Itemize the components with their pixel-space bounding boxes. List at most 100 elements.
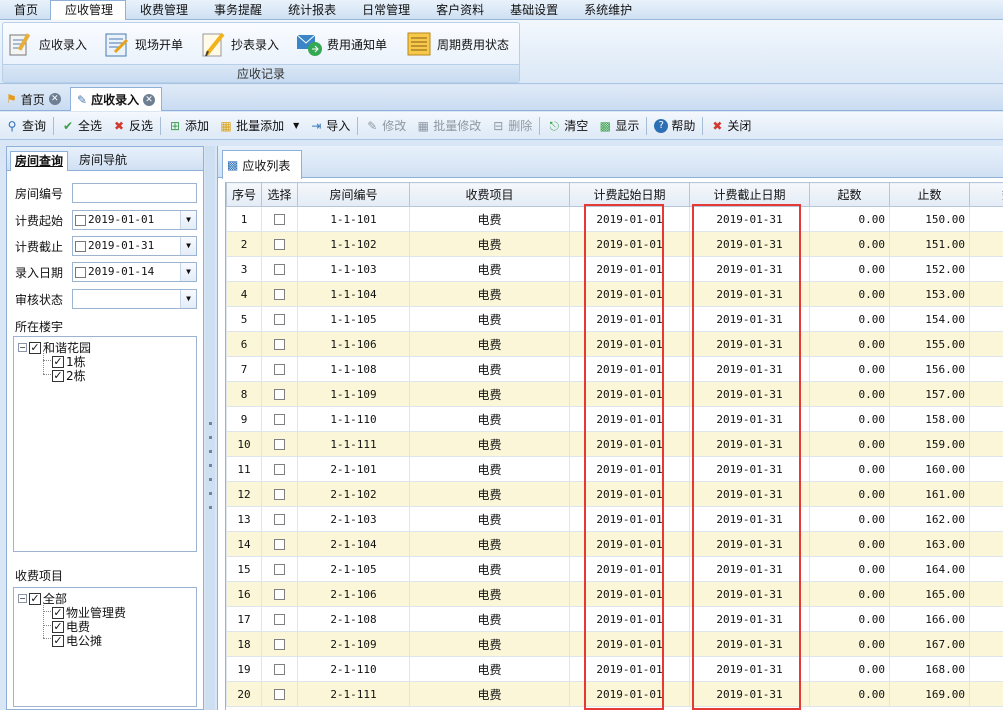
tree-node-shared-electricity[interactable]: ✓ 电公摊 — [52, 632, 102, 649]
table-row[interactable]: 1 1-1-101 电费 2019-01-01 2019-01-31 0.00 150.00 — [226, 206, 1003, 232]
chevron-down-icon[interactable]: ▼ — [180, 237, 196, 255]
row-checkbox[interactable] — [274, 214, 285, 225]
tab-room-query[interactable]: 房间查询 — [10, 151, 69, 171]
row-checkbox[interactable] — [274, 489, 285, 500]
table-row[interactable]: 15 2-1-105 电费 2019-01-01 2019-01-31 0.00 164.0… — [226, 556, 1003, 582]
collapse-icon[interactable]: − — [18, 594, 27, 603]
room-no-input[interactable] — [72, 183, 197, 203]
checkbox-checked[interactable]: ✓ — [29, 592, 41, 605]
doc-tab-home[interactable]: ⚑ 首页 ✕ — [0, 87, 67, 111]
menu-basic-settings[interactable]: 基础设置 — [496, 0, 570, 20]
date-checkbox[interactable] — [75, 240, 86, 252]
tree-node-building-2[interactable]: ✓ 2栋 — [52, 367, 86, 384]
edit-button[interactable]: ✎ 修改 — [360, 115, 411, 137]
date-checkbox[interactable] — [75, 214, 86, 226]
table-row[interactable]: 3 1-1-103 电费 2019-01-01 2019-01-31 0.00 152.00 — [226, 256, 1003, 282]
row-checkbox[interactable] — [274, 264, 285, 275]
row-checkbox[interactable] — [274, 464, 285, 475]
row-checkbox[interactable] — [274, 514, 285, 525]
billing-start-date-picker[interactable]: 2019-01-01 ▼ — [72, 210, 197, 230]
table-row[interactable]: 8 1-1-109 电费 2019-01-01 2019-01-31 0.00 157.00 — [226, 381, 1003, 407]
checkbox-checked[interactable]: ✓ — [52, 606, 64, 619]
entry-date-picker[interactable]: 2019-01-14 ▼ — [72, 262, 197, 282]
collapse-icon[interactable]: − — [18, 343, 27, 352]
table-row[interactable]: 14 2-1-104 电费 2019-01-01 2019-01-31 0.00 163.0… — [226, 531, 1003, 557]
date-checkbox[interactable] — [75, 266, 86, 278]
menu-system[interactable]: 系统维护 — [570, 0, 644, 20]
audit-status-select[interactable]: ▼ — [72, 289, 197, 309]
row-checkbox[interactable] — [274, 564, 285, 575]
column-header[interactable]: 计费起始日期 — [569, 182, 690, 207]
table-row[interactable]: 11 2-1-101 电费 2019-01-01 2019-01-31 0.00 160.0… — [226, 456, 1003, 482]
menu-reports[interactable]: 统计报表 — [274, 0, 348, 20]
row-checkbox[interactable] — [274, 414, 285, 425]
batch-add-button[interactable]: ▦ 批量添加 ▼ — [214, 115, 304, 137]
clear-button[interactable]: ⎋ 清空 — [542, 115, 593, 137]
table-row[interactable]: 6 1-1-106 电费 2019-01-01 2019-01-31 0.00 155.00 — [226, 331, 1003, 357]
show-button[interactable]: ▩ 显示 — [593, 115, 644, 137]
fee-notice-button[interactable]: 费用通知单 — [295, 29, 387, 59]
row-checkbox[interactable] — [274, 589, 285, 600]
column-header[interactable]: 房间编号 — [297, 182, 410, 207]
periodic-fee-status-button[interactable]: 周期费用状态 — [405, 29, 509, 59]
import-button[interactable]: ⇥ 导入 — [304, 115, 355, 137]
checkbox-checked[interactable]: ✓ — [52, 369, 64, 382]
checkbox-checked[interactable]: ✓ — [52, 620, 64, 633]
row-checkbox[interactable] — [274, 389, 285, 400]
row-checkbox[interactable] — [274, 539, 285, 550]
billing-end-date-picker[interactable]: 2019-01-31 ▼ — [72, 236, 197, 256]
column-header[interactable]: 止数 — [889, 182, 970, 207]
table-row[interactable]: 20 2-1-111 电费 2019-01-01 2019-01-31 0.00 169.0… — [226, 681, 1003, 707]
meter-reading-button[interactable]: 抄表录入 — [199, 29, 279, 59]
onsite-billing-button[interactable]: 现场开单 — [103, 29, 183, 59]
checkbox-checked[interactable]: ✓ — [52, 634, 64, 647]
column-header[interactable]: 计费截止日期 — [689, 182, 810, 207]
row-checkbox[interactable] — [274, 614, 285, 625]
column-header[interactable]: 收费项目 — [409, 182, 570, 207]
close-button[interactable]: ✖ 关闭 — [705, 115, 756, 137]
row-checkbox[interactable] — [274, 364, 285, 375]
row-checkbox[interactable] — [274, 314, 285, 325]
chevron-down-icon[interactable]: ▼ — [180, 263, 196, 281]
table-row[interactable]: 4 1-1-104 电费 2019-01-01 2019-01-31 0.00 153.00 — [226, 281, 1003, 307]
delete-button[interactable]: ⊟ 删除 — [486, 115, 537, 137]
row-checkbox[interactable] — [274, 339, 285, 350]
checkbox-checked[interactable]: ✓ — [29, 341, 41, 354]
table-row[interactable]: 16 2-1-106 电费 2019-01-01 2019-01-31 0.00 165.0… — [226, 581, 1003, 607]
checkbox-checked[interactable]: ✓ — [52, 355, 64, 368]
table-row[interactable]: 9 1-1-110 电费 2019-01-01 2019-01-31 0.00 158.00 — [226, 406, 1003, 432]
menu-home[interactable]: 首页 — [0, 0, 50, 20]
add-button[interactable]: ⊞ 添加 — [163, 115, 214, 137]
dropdown-arrow-icon[interactable]: ▼ — [293, 121, 299, 130]
column-header[interactable]: 选择 — [261, 182, 298, 207]
table-row[interactable]: 13 2-1-103 电费 2019-01-01 2019-01-31 0.00 162.0… — [226, 506, 1003, 532]
row-checkbox[interactable] — [274, 689, 285, 700]
column-header[interactable]: 数 — [969, 182, 1003, 207]
row-checkbox[interactable] — [274, 239, 285, 250]
table-row[interactable]: 5 1-1-105 电费 2019-01-01 2019-01-31 0.00 154.00 — [226, 306, 1003, 332]
table-row[interactable]: 12 2-1-102 电费 2019-01-01 2019-01-31 0.00 161.0… — [226, 481, 1003, 507]
chevron-down-icon[interactable]: ▼ — [180, 290, 196, 308]
select-all-button[interactable]: ✔ 全选 — [56, 115, 107, 137]
menu-customer[interactable]: 客户资料 — [422, 0, 496, 20]
invert-selection-button[interactable]: ✖ 反选 — [107, 115, 158, 137]
column-header[interactable]: 起数 — [809, 182, 890, 207]
row-checkbox[interactable] — [274, 439, 285, 450]
table-row[interactable]: 2 1-1-102 电费 2019-01-01 2019-01-31 0.00 151.00 — [226, 231, 1003, 257]
table-row[interactable]: 19 2-1-110 电费 2019-01-01 2019-01-31 0.00 168.0… — [226, 656, 1003, 682]
doc-tab-receivable-entry[interactable]: ✎ 应收录入 ✕ — [70, 87, 163, 111]
row-checkbox[interactable] — [274, 639, 285, 650]
close-icon[interactable]: ✕ — [143, 93, 156, 106]
help-button[interactable]: ? 帮助 — [649, 115, 700, 137]
column-header[interactable]: 序号 — [226, 182, 262, 207]
menu-reminder[interactable]: 事务提醒 — [200, 0, 274, 20]
row-checkbox[interactable] — [274, 664, 285, 675]
batch-edit-button[interactable]: ▦ 批量修改 — [411, 115, 486, 137]
close-icon[interactable]: ✕ — [48, 93, 61, 105]
menu-receivable[interactable]: 应收管理 — [50, 0, 127, 20]
row-checkbox[interactable] — [274, 289, 285, 300]
tab-receivable-list[interactable]: ▩ 应收列表 — [222, 150, 302, 179]
query-button[interactable]: ⚲ 查询 — [0, 115, 51, 137]
chevron-down-icon[interactable]: ▼ — [180, 211, 196, 229]
menu-daily[interactable]: 日常管理 — [348, 0, 422, 20]
